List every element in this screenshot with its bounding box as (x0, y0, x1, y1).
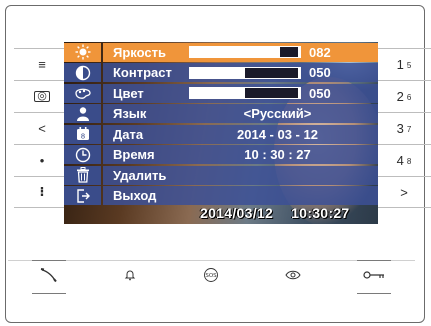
camera-icon: ◎ (34, 91, 50, 102)
contrast-icon (64, 63, 101, 83)
menu-item-time[interactable]: Время 10 : 30 : 27 (64, 145, 378, 166)
call-button[interactable] (29, 260, 69, 294)
slider-cap (298, 66, 301, 79)
color-slider[interactable] (189, 87, 301, 100)
slider-fill (190, 88, 245, 99)
channel-3-7-button[interactable]: 37 (376, 112, 431, 144)
svg-text:SOS: SOS (206, 273, 218, 279)
svg-text:8: 8 (80, 133, 84, 141)
sun-icon (64, 42, 101, 62)
chevron-left-icon: < (38, 121, 46, 136)
button-number: 1 (396, 57, 404, 72)
slider-cap (298, 46, 301, 59)
handset-icon (40, 268, 57, 283)
button-number: 4 (396, 153, 404, 168)
menu-label: Время (113, 147, 155, 163)
bottom-bar: SOS (8, 260, 415, 294)
more-vertical-icon: ⁝ (39, 184, 45, 199)
eye-icon (285, 270, 301, 280)
palette-icon (64, 83, 101, 103)
menu-label: Цвет (113, 85, 144, 101)
menu-label: Яркость (113, 44, 166, 60)
channel-2-6-button[interactable]: 26 (376, 80, 431, 112)
menu-icon: ≡ (38, 57, 46, 72)
settings-menu: Яркость 082 Контраст 050 Цвет 050 Язык <… (64, 42, 378, 206)
button-subnumber: 5 (406, 61, 412, 70)
menu-item-date[interactable]: 8 Дата 2014 - 03 - 12 (64, 124, 378, 145)
snapshot-button[interactable]: ◎ (14, 80, 70, 112)
channel-4-8-button[interactable]: 48 (376, 144, 431, 176)
chevron-right-icon: > (400, 184, 408, 200)
button-number: 2 (396, 89, 404, 104)
menu-item-exit[interactable]: Выход (64, 186, 378, 207)
brightness-slider[interactable] (189, 46, 301, 59)
slider-fill (190, 47, 281, 58)
brightness-value: 082 (309, 44, 331, 60)
exit-icon (64, 186, 101, 206)
button-subnumber: 6 (406, 93, 412, 102)
trash-icon (64, 165, 101, 185)
menu-button[interactable]: ≡ (14, 48, 70, 80)
bell-icon (124, 270, 136, 281)
stamp-date: 2014/03/12 (200, 205, 274, 221)
menu-item-language[interactable]: Язык <Русский> (64, 104, 378, 125)
stamp-time: 10:30:27 (291, 205, 350, 221)
dot-button[interactable]: • (14, 144, 70, 176)
menu-item-color[interactable]: Цвет 050 (64, 83, 378, 104)
menu-label: Удалить (113, 167, 167, 183)
unlock-button[interactable] (354, 260, 394, 294)
next-button[interactable]: > (376, 176, 431, 208)
more-button[interactable]: ⁝ (14, 176, 70, 208)
sos-button[interactable]: SOS (191, 261, 231, 289)
menu-label: Выход (113, 188, 157, 204)
person-icon (64, 104, 101, 124)
key-icon (363, 271, 385, 279)
timestamp-overlay: 2014/03/12 10:30:27 (200, 205, 350, 221)
back-button[interactable]: < (14, 112, 70, 144)
video-screen: Яркость 082 Контраст 050 Цвет 050 Язык <… (64, 42, 378, 224)
button-number: 3 (396, 121, 404, 136)
date-value: 2014 - 03 - 12 (237, 126, 318, 142)
menu-label: Контраст (113, 65, 172, 81)
bell-button[interactable] (110, 261, 150, 289)
view-button[interactable] (273, 261, 313, 289)
language-value: <Русский> (243, 106, 312, 122)
menu-item-brightness[interactable]: Яркость 082 (64, 42, 378, 63)
menu-item-delete[interactable]: Удалить (64, 165, 378, 186)
slider-fill (190, 67, 245, 78)
contrast-value: 050 (309, 65, 331, 81)
menu-label: Дата (113, 126, 144, 142)
sos-icon: SOS (204, 268, 219, 282)
clock-icon (64, 145, 101, 165)
button-subnumber: 7 (406, 125, 412, 134)
color-value: 050 (309, 85, 331, 101)
slider-cap (298, 87, 301, 100)
time-value: 10 : 30 : 27 (244, 147, 311, 163)
menu-label: Язык (113, 106, 147, 122)
dot-icon: • (39, 153, 45, 168)
left-button-column: ≡ ◎ < • ⁝ (14, 48, 70, 208)
calendar-icon: 8 (64, 124, 101, 144)
right-button-column: 15 26 37 48 > (376, 48, 431, 208)
contrast-slider[interactable] (189, 66, 301, 79)
menu-item-contrast[interactable]: Контраст 050 (64, 63, 378, 84)
channel-1-5-button[interactable]: 15 (376, 48, 431, 80)
button-subnumber: 8 (406, 157, 412, 166)
